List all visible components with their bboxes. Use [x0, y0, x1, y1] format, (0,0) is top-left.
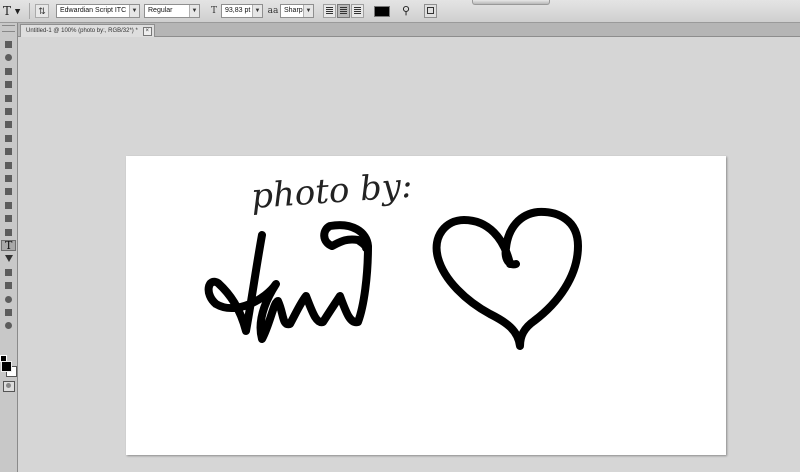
antialias-value: Sharp: [284, 7, 303, 14]
pen-tool-icon: [5, 228, 12, 236]
antialias-dropdown[interactable]: Sharp ▼: [280, 4, 314, 18]
clone-stamp-tool-icon: [5, 148, 12, 156]
zoom-tool-button[interactable]: [1, 320, 16, 331]
marquee-tool-button[interactable]: [1, 52, 16, 63]
align-left-button[interactable]: [323, 4, 336, 18]
handwritten-signature: [204, 221, 372, 343]
font-family-value: Edwardian Script ITC: [60, 7, 127, 14]
panel-grip[interactable]: [2, 25, 15, 32]
lasso-tool-icon: [5, 67, 12, 75]
gradient-tool-icon: [5, 188, 12, 196]
clone-stamp-tool-button[interactable]: [1, 146, 16, 157]
chevron-down-icon: ▼: [252, 5, 262, 17]
document-tab[interactable]: Untitled-1 @ 100% (photo by:, RGB/32*) *…: [20, 24, 155, 37]
align-center-icon: [340, 7, 347, 8]
eraser-tool-button[interactable]: [1, 173, 16, 184]
chevron-down-icon: ▼: [189, 5, 199, 17]
align-right-icon: [354, 7, 361, 8]
chevron-down-icon: ▼: [303, 5, 313, 17]
artwork: photo by:: [204, 166, 582, 350]
spot-heal-tool-icon: [5, 121, 12, 129]
text-color-swatch[interactable]: [374, 6, 390, 17]
quick-select-tool-icon: [5, 81, 12, 89]
marquee-tool-icon: [5, 54, 12, 62]
move-tool-icon: [5, 41, 12, 48]
chevron-down-icon: ▼: [14, 7, 21, 16]
popup-edge: [472, 0, 550, 5]
spot-heal-tool-button[interactable]: [1, 119, 16, 130]
character-panel-toggle[interactable]: [424, 4, 437, 18]
type-tool-button[interactable]: T: [1, 239, 16, 252]
handwritten-heart: [432, 207, 582, 350]
dodge-tool-icon: [5, 215, 12, 223]
3d-rotate-tool-icon: [5, 282, 12, 290]
move-tool-button[interactable]: [1, 39, 16, 50]
font-style-dropdown[interactable]: Regular ▼: [144, 4, 200, 18]
brush-tool-button[interactable]: [1, 133, 16, 144]
options-bar: T ▼ ⇅ Edwardian Script ITC ▼ Regular ▼ T…: [0, 0, 800, 23]
zoom-tool-icon: [5, 322, 12, 330]
gradient-tool-button[interactable]: [1, 186, 16, 197]
quick-mask-icon: [6, 383, 11, 388]
document-canvas[interactable]: photo by:: [126, 156, 726, 455]
brush-tool-icon: [5, 134, 12, 142]
dodge-tool-button[interactable]: [1, 213, 16, 224]
panel-icon: [427, 7, 434, 14]
divider: [29, 3, 30, 19]
document-tab-title: Untitled-1 @ 100% (photo by:, RGB/32*) *: [26, 28, 138, 34]
document-tab-bar: Untitled-1 @ 100% (photo by:, RGB/32*) *…: [18, 23, 800, 37]
shape-tool-button[interactable]: [1, 267, 16, 278]
3d-orbit-tool-button[interactable]: [1, 294, 16, 305]
blur-tool-icon: [5, 201, 12, 209]
hand-tool-button[interactable]: [1, 307, 16, 318]
hand-tool-icon: [5, 309, 12, 316]
history-brush-tool-icon: [5, 161, 12, 169]
quick-mask-button[interactable]: [3, 381, 15, 392]
tools-panel: T: [0, 23, 18, 472]
chevron-down-icon: ▼: [129, 5, 139, 17]
eyedropper-tool-button[interactable]: [1, 106, 16, 117]
history-brush-tool-button[interactable]: [1, 160, 16, 171]
font-style-value: Regular: [148, 7, 173, 14]
path-select-tool-icon: [5, 255, 13, 263]
tool-preset-picker[interactable]: T ▼: [3, 4, 25, 18]
font-size-value: 93,83 pt: [225, 7, 251, 14]
antialias-icon: aa: [267, 6, 279, 16]
align-right-button[interactable]: [351, 4, 364, 18]
crop-tool-icon: [5, 94, 12, 102]
crop-tool-button[interactable]: [1, 93, 16, 104]
close-icon[interactable]: ×: [142, 27, 152, 36]
blur-tool-button[interactable]: [1, 200, 16, 211]
foreground-color-swatch[interactable]: [1, 361, 12, 372]
align-center-button[interactable]: [337, 4, 350, 18]
warp-text-icon[interactable]: ⚲: [399, 4, 413, 18]
3d-orbit-tool-icon: [5, 295, 12, 303]
pen-tool-button[interactable]: [1, 227, 16, 238]
align-left-icon: [326, 7, 333, 8]
type-tool-icon: T: [5, 239, 13, 252]
lasso-tool-button[interactable]: [1, 66, 16, 77]
text-orientation-icon[interactable]: ⇅: [35, 4, 49, 18]
font-size-field[interactable]: 93,83 pt ▼: [221, 4, 263, 18]
eraser-tool-icon: [5, 175, 12, 182]
quick-select-tool-button[interactable]: [1, 79, 16, 90]
font-size-icon: T: [210, 6, 217, 16]
3d-rotate-tool-button[interactable]: [1, 280, 16, 291]
shape-tool-icon: [5, 268, 12, 276]
path-select-tool-button[interactable]: [1, 253, 16, 264]
caption-text: photo by:: [250, 166, 414, 217]
font-family-dropdown[interactable]: Edwardian Script ITC ▼: [56, 4, 140, 18]
eyedropper-tool-icon: [5, 108, 12, 115]
type-tool-icon: T: [3, 4, 12, 18]
